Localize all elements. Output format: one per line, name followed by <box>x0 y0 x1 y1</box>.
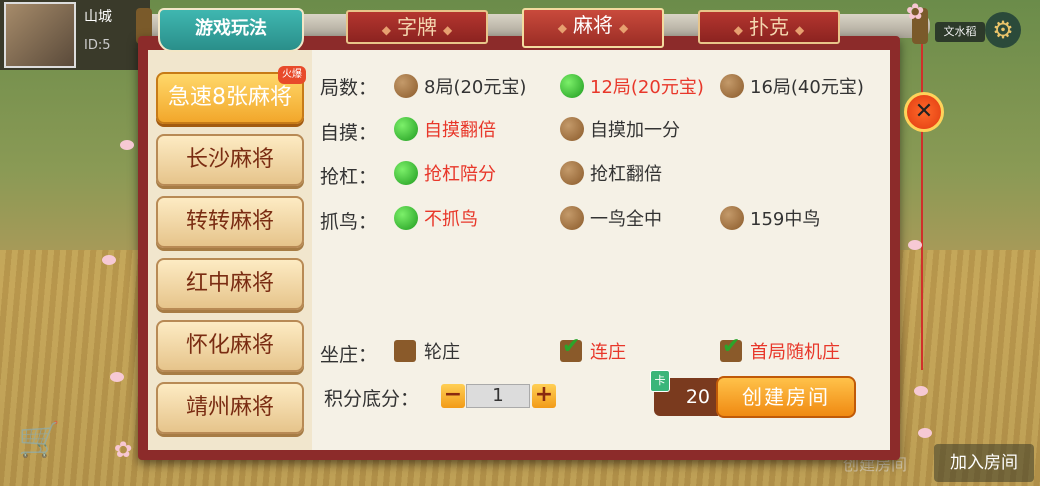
base-score-plus-button[interactable]: + <box>532 384 556 408</box>
sidebar-item-label: 怀化麻将 <box>185 333 274 358</box>
cart-icon[interactable]: 🛒 <box>18 420 60 460</box>
option-text: 12局(20元宝) <box>590 77 704 98</box>
gear-icon[interactable]: ⚙ <box>985 12 1021 48</box>
decorative-cord <box>921 40 923 370</box>
sidebar-item-label: 红中麻将 <box>185 271 274 296</box>
radio-icon <box>560 117 584 141</box>
bird-label: 抓鸟： <box>320 211 378 233</box>
sidebar-item-zhuanzhuan[interactable]: 转转麻将 <box>156 196 304 248</box>
bird-option-none[interactable]: 不抓鸟 <box>394 205 478 231</box>
rob-kong-label: 抢杠： <box>320 166 378 188</box>
tab-deco-icon: ◆ <box>733 23 743 37</box>
radio-checked-icon <box>394 117 418 141</box>
tab-puke[interactable]: ◆ 扑克 ◆ <box>698 10 840 44</box>
create-room-button[interactable]: 创建房间 <box>716 376 856 418</box>
option-text: 抢杠陪分 <box>424 164 496 185</box>
radio-icon <box>560 206 584 230</box>
petal-decoration <box>914 386 928 396</box>
tab-deco-icon: ◆ <box>381 23 391 37</box>
dealer-option-random-first[interactable]: 首局随机庄 <box>720 334 840 364</box>
tab-deco-icon: ◆ <box>443 23 453 37</box>
tab-deco-icon: ◆ <box>557 21 567 35</box>
flower-icon: ✿ <box>906 0 925 25</box>
option-text: 连庄 <box>590 342 626 363</box>
rounds-label: 局数： <box>320 77 378 99</box>
room-card-icon: 卡 <box>650 370 670 392</box>
radio-checked-icon <box>394 161 418 185</box>
base-score-minus-button[interactable]: − <box>441 384 465 408</box>
petal-decoration <box>120 140 134 150</box>
option-text: 自摸翻倍 <box>424 120 496 141</box>
radio-icon <box>560 161 584 185</box>
self-draw-label: 自摸： <box>320 122 378 144</box>
rob-kong-option-double[interactable]: 抢杠翻倍 <box>560 160 662 186</box>
base-score-value[interactable]: 1 <box>466 384 530 408</box>
checkbox-icon <box>394 340 416 362</box>
sidebar-item-label: 急速8张麻将 <box>168 85 292 110</box>
gameplay-tab[interactable]: 游戏玩法 <box>158 8 304 52</box>
self-draw-option-plus-one[interactable]: 自摸加一分 <box>560 116 680 142</box>
sidebar-item-jingzhou[interactable]: 靖州麻将 <box>156 382 304 434</box>
dealer-label: 坐庄： <box>320 344 378 366</box>
option-text: 16局(40元宝) <box>750 77 864 98</box>
sidebar-item-jisu8[interactable]: 急速8张麻将 火爆 <box>156 66 306 124</box>
sidebar-item-label: 靖州麻将 <box>185 395 274 420</box>
join-room-button[interactable]: 加入房间 <box>934 444 1034 482</box>
avatar[interactable] <box>4 2 76 68</box>
base-score-label: 积分底分： <box>324 388 420 410</box>
rounds-option-12[interactable]: 12局(20元宝) <box>560 73 704 99</box>
petal-decoration <box>908 240 922 250</box>
hot-badge: 火爆 <box>278 66 306 84</box>
option-text: 抢杠翻倍 <box>590 164 662 185</box>
option-text: 159中鸟 <box>750 209 821 230</box>
petal-decoration <box>110 372 124 382</box>
sidebar-item-label: 转转麻将 <box>185 209 274 234</box>
option-text: 自摸加一分 <box>590 120 680 141</box>
radio-icon <box>394 74 418 98</box>
option-text: 轮庄 <box>424 342 460 363</box>
sidebar-item-label: 长沙麻将 <box>185 147 274 172</box>
rob-kong-option-pay[interactable]: 抢杠陪分 <box>394 160 496 186</box>
radio-icon <box>720 206 744 230</box>
flower-icon: ✿ <box>114 438 133 463</box>
tab-majiang[interactable]: ◆ 麻将 ◆ <box>522 8 664 48</box>
tab-label: 字牌 <box>397 15 437 39</box>
tab-zipai[interactable]: ◆ 字牌 ◆ <box>346 10 488 44</box>
option-text: 不抓鸟 <box>424 209 478 230</box>
tab-label: 麻将 <box>573 13 613 37</box>
sidebar-item-changsha[interactable]: 长沙麻将 <box>156 134 304 186</box>
sidebar-item-hongzhong[interactable]: 红中麻将 <box>156 258 304 310</box>
option-text: 8局(20元宝) <box>424 77 527 98</box>
checkbox-checked-icon <box>720 334 742 362</box>
top-right-tag: 文水稻 <box>935 22 985 42</box>
tab-deco-icon: ◆ <box>619 21 629 35</box>
option-text: 首局随机庄 <box>750 342 840 363</box>
tab-label: 扑克 <box>749 15 789 39</box>
dealer-option-continue[interactable]: 连庄 <box>560 334 626 364</box>
petal-decoration <box>918 428 932 438</box>
bird-option-one[interactable]: 一鸟全中 <box>560 205 662 231</box>
option-text: 一鸟全中 <box>590 209 662 230</box>
sidebar-item-huaihua[interactable]: 怀化麻将 <box>156 320 304 372</box>
petal-decoration <box>102 255 116 265</box>
user-id: ID:5 <box>84 38 111 53</box>
tab-deco-icon: ◆ <box>795 23 805 37</box>
user-name: 山城 <box>84 9 112 25</box>
checkbox-checked-icon <box>560 334 582 362</box>
rounds-option-8[interactable]: 8局(20元宝) <box>394 73 526 99</box>
rounds-option-16[interactable]: 16局(40元宝) <box>720 73 864 99</box>
self-draw-option-double[interactable]: 自摸翻倍 <box>394 116 496 142</box>
close-icon[interactable]: ✕ <box>904 92 944 132</box>
bird-option-159[interactable]: 159中鸟 <box>720 205 820 231</box>
radio-checked-icon <box>394 206 418 230</box>
dealer-option-rotate[interactable]: 轮庄 <box>394 338 460 364</box>
radio-icon <box>720 74 744 98</box>
radio-checked-icon <box>560 74 584 98</box>
